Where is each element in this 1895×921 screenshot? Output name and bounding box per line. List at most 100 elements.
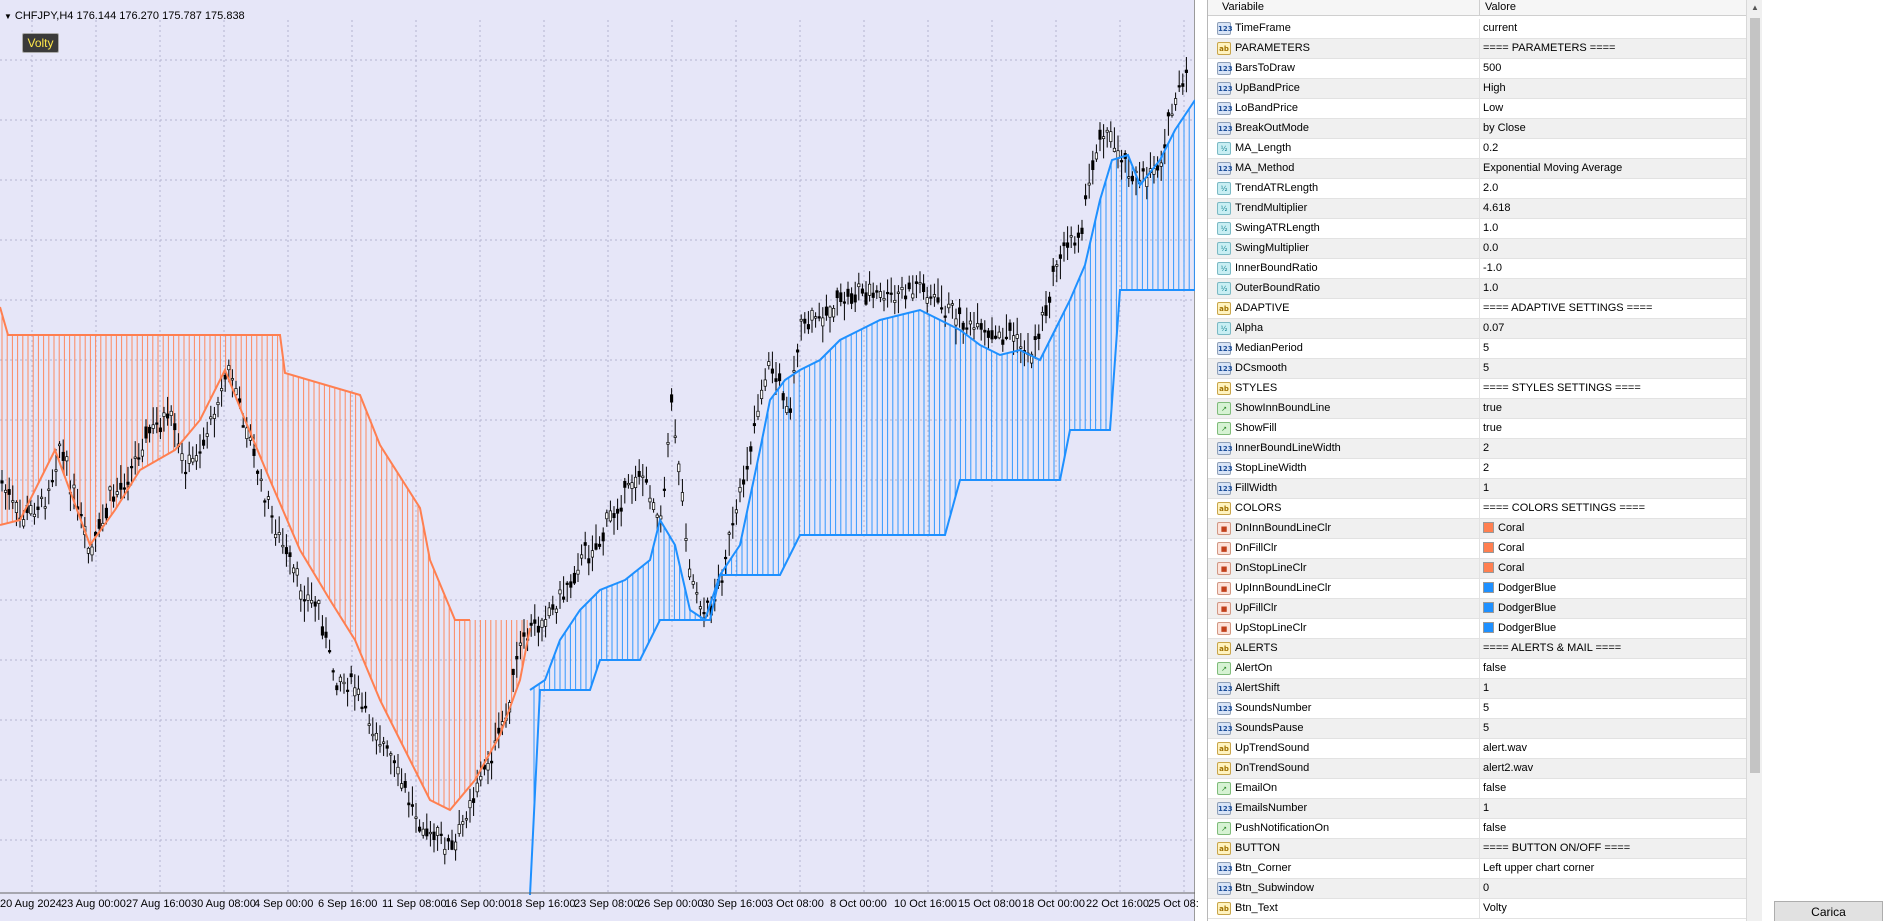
param-value[interactable]: Coral [1483,562,1524,574]
param-row-showinnboundline[interactable]: ↗ ShowInnBoundLine true [1208,399,1748,419]
param-row-fillwidth[interactable]: 123 FillWidth 1 [1208,479,1748,499]
param-row-alerton[interactable]: ↗ AlertOn false [1208,659,1748,679]
param-row-outerboundratio[interactable]: ½ OuterBoundRatio 1.0 [1208,279,1748,299]
param-row-ma-method[interactable]: 123 MA_Method Exponential Moving Average [1208,159,1748,179]
param-value[interactable]: 0.0 [1483,242,1498,254]
color-swatch[interactable] [1483,522,1494,533]
param-row-barstodraw[interactable]: 123 BarsToDraw 500 [1208,59,1748,79]
param-value[interactable]: DodgerBlue [1483,582,1556,594]
column-header-value[interactable]: Valore [1485,1,1516,13]
param-row-button[interactable]: ab BUTTON ==== BUTTON ON/OFF ==== [1208,839,1748,859]
param-row-dnstoplineclr[interactable]: ■ DnStopLineClr Coral [1208,559,1748,579]
param-row-soundsnumber[interactable]: 123 SoundsNumber 5 [1208,699,1748,719]
param-value[interactable]: DodgerBlue [1483,622,1556,634]
param-row-btn-subwindow[interactable]: 123 Btn_Subwindow 0 [1208,879,1748,899]
param-value[interactable]: 5 [1483,702,1489,714]
color-swatch[interactable] [1483,542,1494,553]
param-row-dntrendsound[interactable]: ab DnTrendSound alert2.wav [1208,759,1748,779]
param-row-dcsmooth[interactable]: 123 DCsmooth 5 [1208,359,1748,379]
param-value[interactable]: current [1483,22,1517,34]
param-row-alerts[interactable]: ab ALERTS ==== ALERTS & MAIL ==== [1208,639,1748,659]
param-value[interactable]: 1 [1483,802,1489,814]
price-chart[interactable]: ▼ CHFJPY,H4 176.144 176.270 175.787 175.8… [0,0,1199,921]
param-value[interactable]: 5 [1483,342,1489,354]
param-value[interactable]: 1.0 [1483,282,1498,294]
param-value[interactable]: 500 [1483,62,1501,74]
param-value[interactable]: 2 [1483,442,1489,454]
param-row-upstoplineclr[interactable]: ■ UpStopLineClr DodgerBlue [1208,619,1748,639]
param-value[interactable]: High [1483,82,1506,94]
param-row-trendatrlength[interactable]: ½ TrendATRLength 2.0 [1208,179,1748,199]
param-value[interactable]: 5 [1483,722,1489,734]
param-value[interactable]: by Close [1483,122,1526,134]
param-row-soundspause[interactable]: 123 SoundsPause 5 [1208,719,1748,739]
param-row-innerboundlinewidth[interactable]: 123 InnerBoundLineWidth 2 [1208,439,1748,459]
triangle-down-icon[interactable]: ▼ [4,12,12,21]
param-value[interactable]: 0 [1483,882,1489,894]
param-value[interactable]: 0.07 [1483,322,1504,334]
param-row-trendmultiplier[interactable]: ½ TrendMultiplier 4.618 [1208,199,1748,219]
column-divider[interactable] [1479,0,1480,16]
scroll-up-arrow-icon[interactable]: ▲ [1747,0,1763,16]
param-value[interactable]: Volty [1483,902,1507,914]
chart-canvas[interactable] [0,0,1195,921]
param-value[interactable]: 0.2 [1483,142,1498,154]
param-row-colors[interactable]: ab COLORS ==== COLORS SETTINGS ==== [1208,499,1748,519]
param-row-styles[interactable]: ab STYLES ==== STYLES SETTINGS ==== [1208,379,1748,399]
param-row-dnfillclr[interactable]: ■ DnFillClr Coral [1208,539,1748,559]
param-value[interactable]: 1 [1483,482,1489,494]
param-row-timeframe[interactable]: 123 TimeFrame current [1208,19,1748,39]
param-row-parameters[interactable]: ab PARAMETERS ==== PARAMETERS ==== [1208,39,1748,59]
param-row-emailon[interactable]: ↗ EmailOn false [1208,779,1748,799]
param-value[interactable]: 5 [1483,362,1489,374]
param-row-breakoutmode[interactable]: 123 BreakOutMode by Close [1208,119,1748,139]
param-value[interactable]: true [1483,402,1502,414]
param-value[interactable]: DodgerBlue [1483,602,1556,614]
scrollbar-thumb[interactable] [1750,18,1760,773]
param-row-dninnboundlineclr[interactable]: ■ DnInnBoundLineClr Coral [1208,519,1748,539]
column-header-variable[interactable]: Variabile [1222,1,1264,13]
color-swatch[interactable] [1483,602,1494,613]
param-row-btn-text[interactable]: ab Btn_Text Volty [1208,899,1748,919]
param-row-btn-corner[interactable]: 123 Btn_Corner Left upper chart corner [1208,859,1748,879]
color-swatch[interactable] [1483,562,1494,573]
param-value[interactable]: ==== STYLES SETTINGS ==== [1483,382,1641,394]
param-value[interactable]: 1.0 [1483,222,1498,234]
param-value[interactable]: Exponential Moving Average [1483,162,1622,174]
param-value[interactable]: true [1483,422,1502,434]
param-row-pushnotificationon[interactable]: ↗ PushNotificationOn false [1208,819,1748,839]
param-value[interactable]: false [1483,822,1506,834]
param-value[interactable]: Low [1483,102,1503,114]
param-value[interactable]: alert.wav [1483,742,1527,754]
param-value[interactable]: Coral [1483,542,1524,554]
color-swatch[interactable] [1483,582,1494,593]
param-value[interactable]: alert2.wav [1483,762,1533,774]
param-value[interactable]: -1.0 [1483,262,1502,274]
param-row-innerboundratio[interactable]: ½ InnerBoundRatio -1.0 [1208,259,1748,279]
param-value[interactable]: ==== COLORS SETTINGS ==== [1483,502,1645,514]
param-value[interactable]: 2 [1483,462,1489,474]
param-row-adaptive[interactable]: ab ADAPTIVE ==== ADAPTIVE SETTINGS ==== [1208,299,1748,319]
param-value[interactable]: ==== BUTTON ON/OFF ==== [1483,842,1630,854]
param-row-upfillclr[interactable]: ■ UpFillClr DodgerBlue [1208,599,1748,619]
param-value[interactable]: false [1483,662,1506,674]
param-row-ma-length[interactable]: ½ MA_Length 0.2 [1208,139,1748,159]
param-row-showfill[interactable]: ↗ ShowFill true [1208,419,1748,439]
load-button[interactable]: Carica [1774,901,1883,921]
param-value[interactable]: Left upper chart corner [1483,862,1594,874]
param-value[interactable]: Coral [1483,522,1524,534]
param-row-uptrendsound[interactable]: ab UpTrendSound alert.wav [1208,739,1748,759]
param-row-emailsnumber[interactable]: 123 EmailsNumber 1 [1208,799,1748,819]
param-row-upbandprice[interactable]: 123 UpBandPrice High [1208,79,1748,99]
param-row-upinnboundlineclr[interactable]: ■ UpInnBoundLineClr DodgerBlue [1208,579,1748,599]
color-swatch[interactable] [1483,622,1494,633]
param-value[interactable]: 4.618 [1483,202,1511,214]
param-value[interactable]: 1 [1483,682,1489,694]
param-value[interactable]: false [1483,782,1506,794]
param-row-alertshift[interactable]: 123 AlertShift 1 [1208,679,1748,699]
param-value[interactable]: ==== ALERTS & MAIL ==== [1483,642,1621,654]
param-value[interactable]: ==== ADAPTIVE SETTINGS ==== [1483,302,1652,314]
param-row-swingatrlength[interactable]: ½ SwingATRLength 1.0 [1208,219,1748,239]
volty-toggle-button[interactable]: Volty [22,33,59,53]
param-value[interactable]: 2.0 [1483,182,1498,194]
